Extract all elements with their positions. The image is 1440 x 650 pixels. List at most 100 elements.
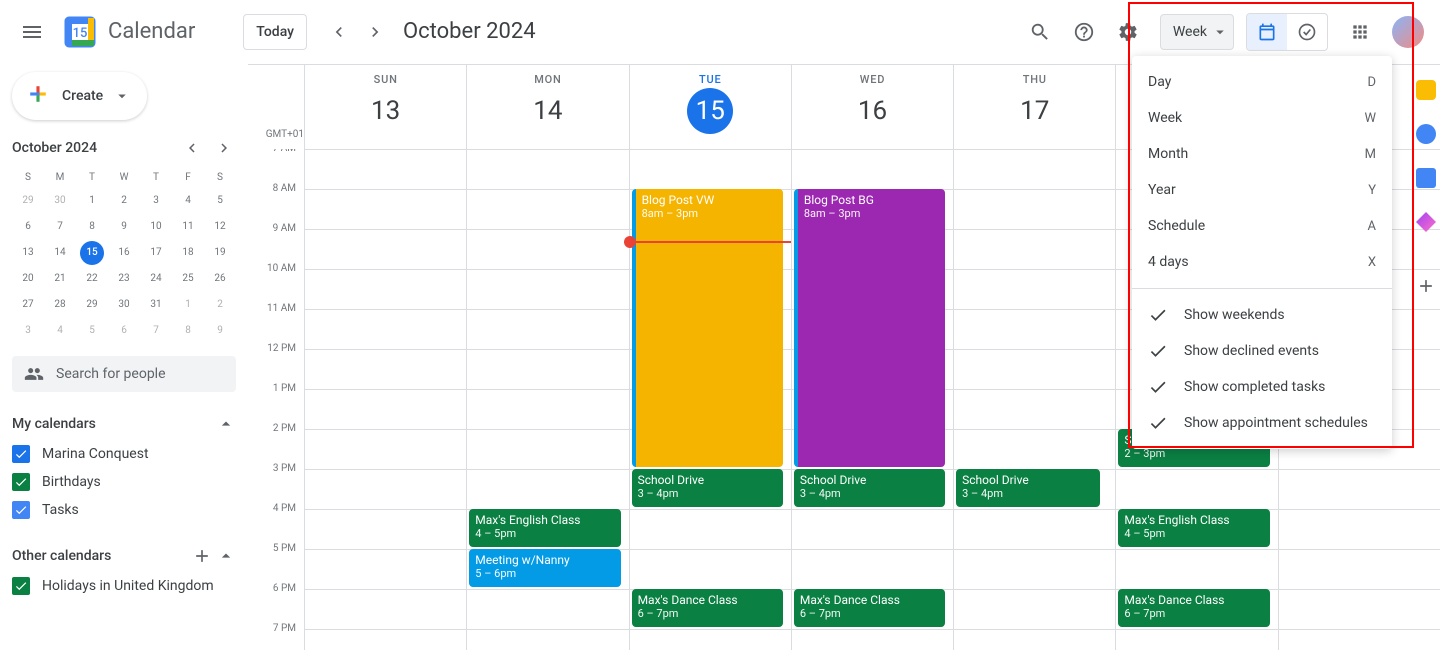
mini-day[interactable]: 4 (176, 189, 200, 213)
calendar-event[interactable]: Max's English Class4 – 5pm (469, 509, 620, 547)
search-button[interactable] (1020, 12, 1060, 52)
day-column[interactable]: School Drive3 – 4pm (953, 149, 1115, 650)
calendar-item[interactable]: Holidays in United Kingdom (12, 572, 236, 600)
mini-day[interactable]: 6 (112, 319, 136, 343)
day-header[interactable]: THU17 (953, 65, 1115, 149)
calendar-event[interactable]: Max's Dance Class6 – 7pm (794, 589, 945, 627)
calendar-item[interactable]: Marina Conquest (12, 440, 236, 468)
mini-day[interactable]: 22 (80, 267, 104, 291)
mini-day[interactable]: 3 (16, 319, 40, 343)
mini-day[interactable]: 13 (16, 241, 40, 265)
calendar-event[interactable]: School Drive3 – 4pm (956, 469, 1100, 507)
day-header[interactable]: TUE15 (629, 65, 791, 149)
mini-next-month[interactable] (212, 136, 236, 160)
toggle-option[interactable]: Show appointment schedules (1132, 405, 1392, 441)
mini-day[interactable]: 31 (144, 293, 168, 317)
calendar-event[interactable]: Blog Post BG8am – 3pm (794, 189, 945, 467)
checkbox-icon[interactable] (12, 577, 30, 595)
day-header[interactable]: MON14 (466, 65, 628, 149)
day-column[interactable]: Blog Post BG8am – 3pmSchool Drive3 – 4pm… (791, 149, 953, 650)
mini-day[interactable]: 7 (144, 319, 168, 343)
mini-day[interactable]: 16 (112, 241, 136, 265)
calendar-item[interactable]: Birthdays (12, 468, 236, 496)
mini-day[interactable]: 29 (80, 293, 104, 317)
mini-day[interactable]: 7 (48, 215, 72, 239)
mini-day[interactable]: 4 (48, 319, 72, 343)
mini-day[interactable]: 30 (48, 189, 72, 213)
view-switcher-button[interactable]: Week (1160, 14, 1234, 50)
mini-day[interactable]: 27 (16, 293, 40, 317)
calendar-panel-tab[interactable] (1247, 14, 1287, 50)
calendar-event[interactable]: School Drive3 – 4pm (632, 469, 783, 507)
calendar-event[interactable]: Max's Dance Class6 – 7pm (632, 589, 783, 627)
mini-day[interactable]: 8 (80, 215, 104, 239)
account-avatar[interactable] (1392, 16, 1424, 48)
mini-prev-month[interactable] (180, 136, 204, 160)
view-option[interactable]: DayD (1132, 64, 1392, 100)
maps-icon[interactable] (1416, 212, 1436, 232)
mini-day[interactable]: 15 (80, 241, 104, 265)
view-option[interactable]: YearY (1132, 172, 1392, 208)
mini-day[interactable]: 14 (48, 241, 72, 265)
add-addon-button[interactable] (1416, 276, 1436, 300)
view-option[interactable]: 4 daysX (1132, 244, 1392, 280)
mini-day[interactable]: 25 (176, 267, 200, 291)
mini-day[interactable]: 5 (80, 319, 104, 343)
mini-day[interactable]: 9 (208, 319, 232, 343)
toggle-option[interactable]: Show completed tasks (1132, 369, 1392, 405)
mini-day[interactable]: 12 (208, 215, 232, 239)
mini-day[interactable]: 6 (16, 215, 40, 239)
my-calendars-toggle[interactable]: My calendars (12, 408, 236, 440)
mini-day[interactable]: 18 (176, 241, 200, 265)
view-option[interactable]: WeekW (1132, 100, 1392, 136)
day-column[interactable]: Blog Post VW8am – 3pmSchool Drive3 – 4pm… (629, 149, 791, 650)
search-people-input[interactable]: Search for people (12, 356, 236, 392)
toggle-option[interactable]: Show weekends (1132, 297, 1392, 333)
view-option[interactable]: MonthM (1132, 136, 1392, 172)
mini-day[interactable]: 10 (144, 215, 168, 239)
plus-icon[interactable] (192, 546, 212, 566)
other-calendars-toggle[interactable]: Other calendars (12, 540, 236, 572)
calendar-event[interactable]: Meeting w/Nanny5 – 6pm (469, 549, 620, 587)
calendar-event[interactable]: School Drive3 – 4pm (794, 469, 945, 507)
view-option[interactable]: ScheduleA (1132, 208, 1392, 244)
google-apps-button[interactable] (1340, 12, 1380, 52)
checkbox-icon[interactable] (12, 445, 30, 463)
mini-day[interactable]: 2 (112, 189, 136, 213)
keep-icon[interactable] (1416, 80, 1436, 100)
day-column[interactable] (304, 149, 466, 650)
calendar-item[interactable]: Tasks (12, 496, 236, 524)
calendar-event[interactable]: Max's Dance Class6 – 7pm (1118, 589, 1269, 627)
toggle-option[interactable]: Show declined events (1132, 333, 1392, 369)
next-week-button[interactable] (359, 16, 391, 48)
tasks-icon[interactable] (1416, 124, 1436, 144)
mini-day[interactable]: 11 (176, 215, 200, 239)
checkbox-icon[interactable] (12, 501, 30, 519)
mini-day[interactable]: 8 (176, 319, 200, 343)
main-menu-button[interactable] (8, 8, 56, 56)
mini-day[interactable]: 23 (112, 267, 136, 291)
mini-day[interactable]: 26 (208, 267, 232, 291)
tasks-panel-tab[interactable] (1287, 14, 1327, 50)
contacts-icon[interactable] (1416, 168, 1436, 188)
mini-day[interactable]: 20 (16, 267, 40, 291)
calendar-event[interactable]: Blog Post VW8am – 3pm (632, 189, 783, 467)
mini-day[interactable]: 21 (48, 267, 72, 291)
help-button[interactable] (1064, 12, 1104, 52)
mini-day[interactable]: 3 (144, 189, 168, 213)
mini-day[interactable]: 5 (208, 189, 232, 213)
mini-day[interactable]: 17 (144, 241, 168, 265)
calendar-event[interactable]: Max's English Class4 – 5pm (1118, 509, 1269, 547)
mini-day[interactable]: 24 (144, 267, 168, 291)
day-header[interactable]: WED16 (791, 65, 953, 149)
mini-day[interactable]: 19 (208, 241, 232, 265)
prev-week-button[interactable] (323, 16, 355, 48)
mini-day[interactable]: 29 (16, 189, 40, 213)
mini-day[interactable]: 1 (176, 293, 200, 317)
today-button[interactable]: Today (243, 14, 307, 50)
settings-button[interactable] (1108, 12, 1148, 52)
mini-day[interactable]: 1 (80, 189, 104, 213)
mini-day[interactable]: 28 (48, 293, 72, 317)
checkbox-icon[interactable] (12, 473, 30, 491)
mini-day[interactable]: 9 (112, 215, 136, 239)
